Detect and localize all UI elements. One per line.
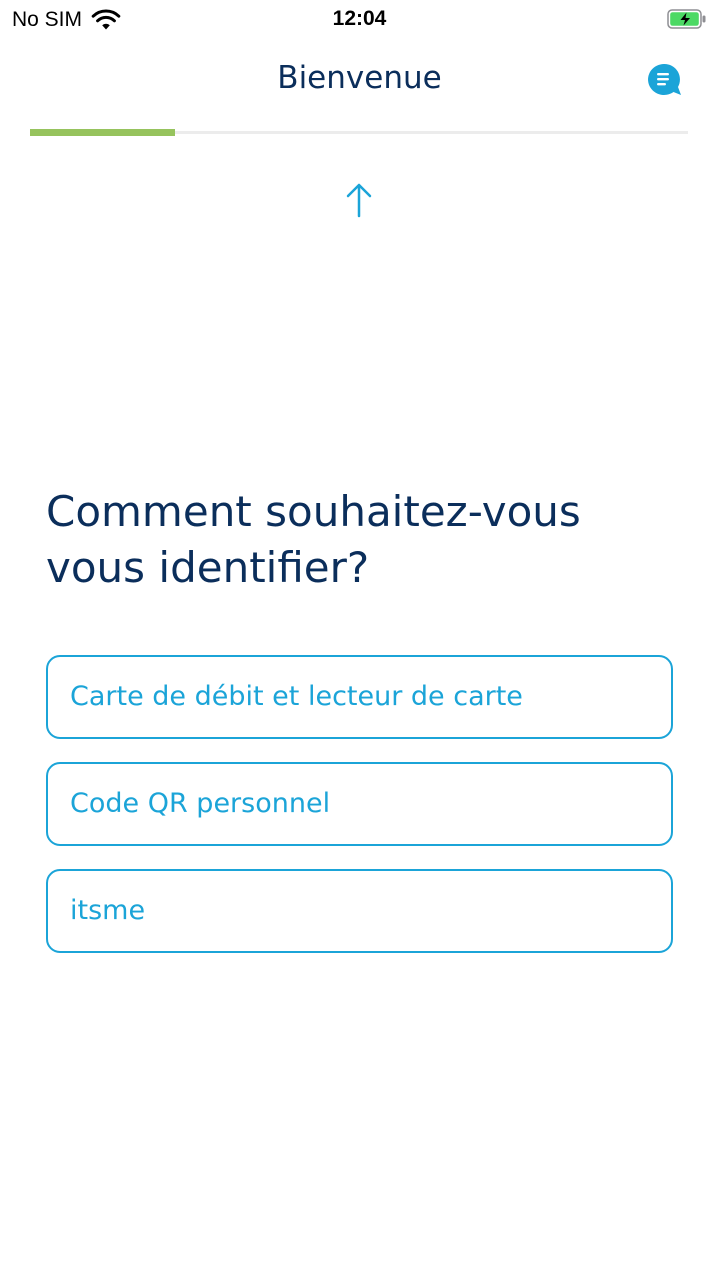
arrow-up-icon [346, 183, 372, 218]
chat-button[interactable] [645, 62, 683, 98]
progress-bar [30, 129, 688, 136]
question-heading: Comment souhaitez-vous vous identifier? [46, 487, 581, 592]
option-itsme-button[interactable]: itsme [46, 869, 673, 953]
status-time: 12:04 [332, 7, 387, 30]
chat-bubble-icon [648, 63, 681, 95]
page-title: Bienvenue [277, 60, 442, 96]
status-bar: No SIM 12:04 [0, 0, 719, 40]
option-debit-card-button[interactable]: Carte de débit et lecteur de carte [46, 655, 673, 739]
battery-charging-icon [667, 9, 706, 29]
identification-screen: No SIM 12:04 Bienvenue Comment souhaitez… [0, 0, 719, 1280]
option-qr-code-button[interactable]: Code QR personnel [46, 762, 673, 846]
progress-fill [30, 129, 175, 136]
header: Bienvenue [0, 50, 719, 112]
identification-options: Carte de débit et lecteur de carte Code … [46, 655, 673, 976]
